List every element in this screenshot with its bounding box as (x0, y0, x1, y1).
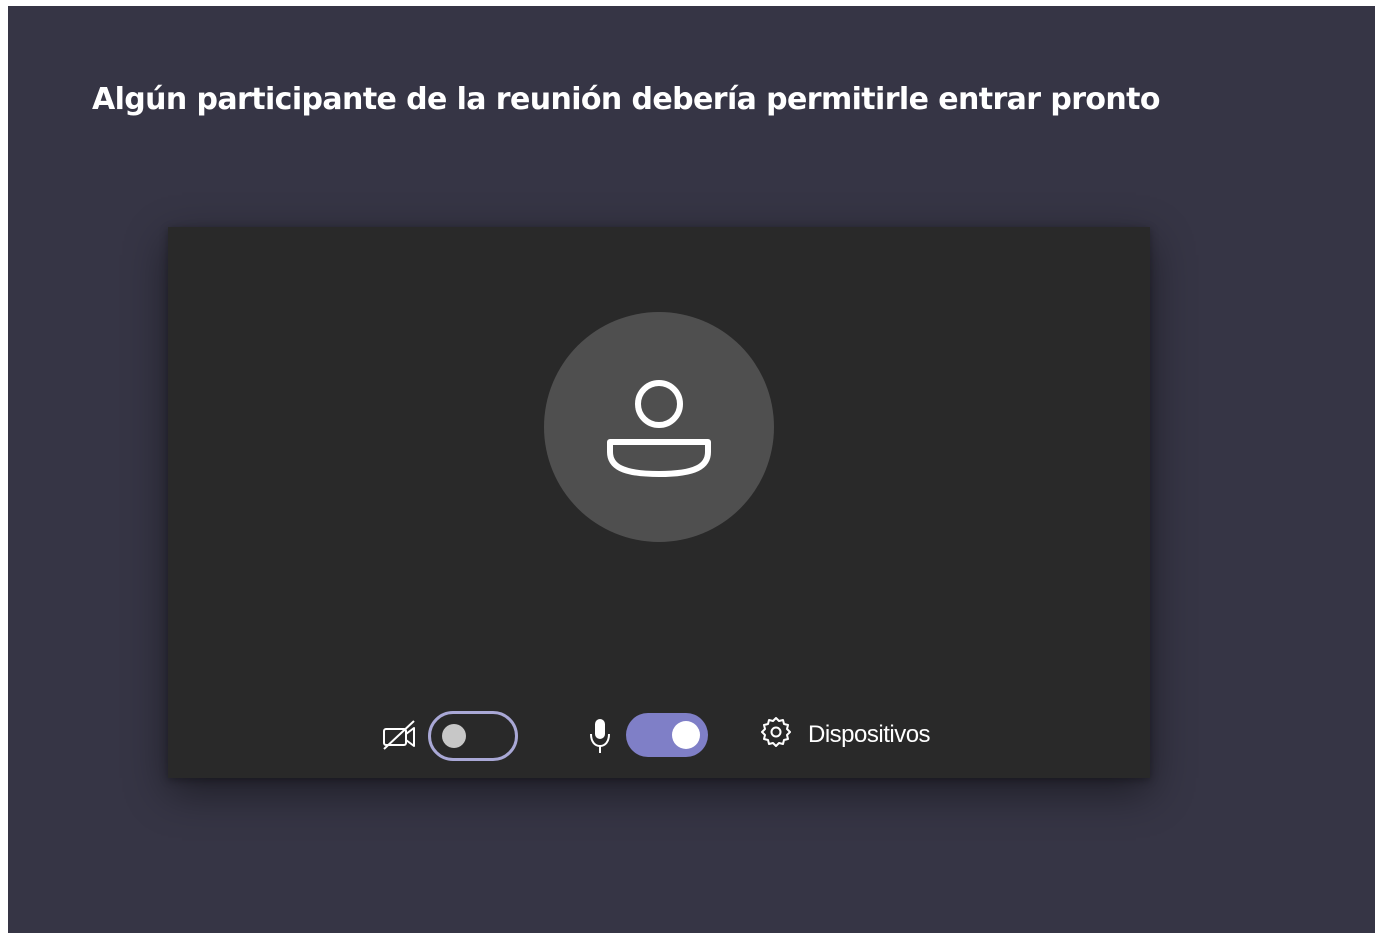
avatar (544, 312, 774, 542)
gear-icon (758, 715, 794, 756)
devices-button[interactable]: Dispositivos (758, 715, 931, 756)
microphone-toggle[interactable] (626, 713, 708, 757)
media-controls: Dispositivos (168, 711, 1150, 767)
pre-join-lobby-screen: Algún participante de la reunión debería… (8, 6, 1375, 933)
lobby-heading: Algún participante de la reunión debería… (92, 82, 1161, 117)
person-icon (607, 380, 711, 477)
video-preview: Dispositivos (168, 227, 1150, 778)
microphone-toggle-knob (672, 721, 700, 749)
video-off-icon (380, 717, 420, 758)
camera-toggle[interactable] (428, 711, 518, 761)
devices-label: Dispositivos (808, 721, 931, 748)
microphone-icon (586, 717, 614, 762)
camera-toggle-knob (442, 724, 466, 748)
